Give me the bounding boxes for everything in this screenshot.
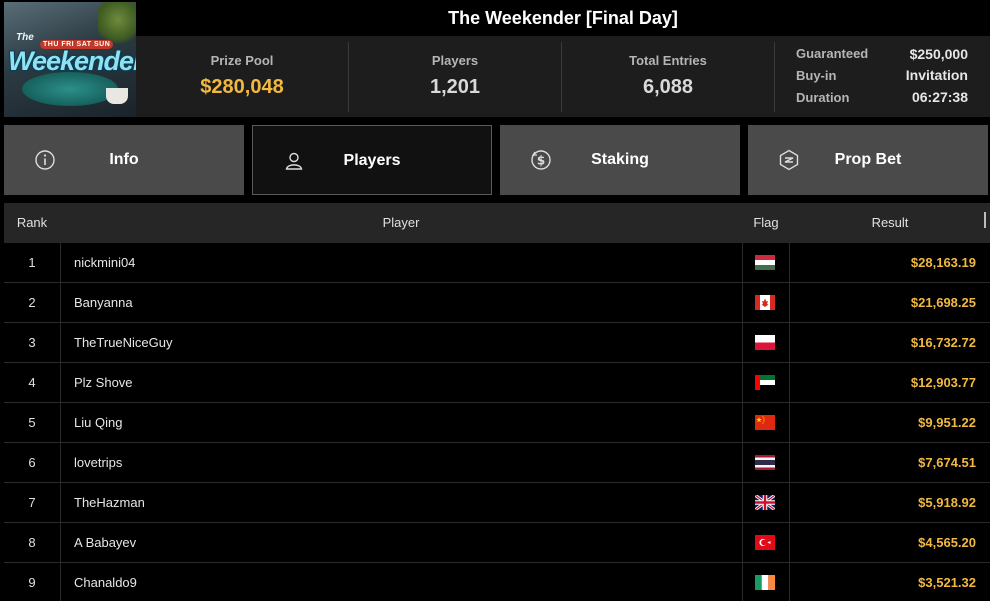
duration-value: 06:27:38 (911, 89, 968, 105)
entries-label: Total Entries (629, 53, 707, 68)
logo-poker-table (22, 72, 118, 106)
rank-cell: 2 (28, 295, 36, 310)
result-cell: $12,903.77 (910, 375, 976, 390)
player-name[interactable]: TheTrueNiceGuy (60, 323, 742, 363)
tab-staking-label: Staking (591, 151, 649, 168)
tab-info[interactable]: Info (4, 125, 244, 195)
table-header: Rank Player Flag Result (4, 203, 990, 243)
header-flag[interactable]: Flag (742, 203, 790, 243)
header-player[interactable]: Player (60, 203, 742, 243)
ireland-flag-icon (755, 575, 775, 590)
table-row[interactable]: 5 Liu Qing $9,951.22 (4, 403, 990, 443)
table-row[interactable]: 1 nickmini04 $28,163.19 (4, 243, 990, 283)
tab-players-label: Players (343, 152, 401, 169)
player-name[interactable]: A Babayev (60, 523, 742, 563)
result-cell: $21,698.25 (910, 295, 976, 310)
flag-cell (742, 563, 790, 601)
rank-cell: 5 (28, 415, 36, 430)
stat-divider (774, 42, 775, 112)
prize-pool-stat: Prize Pool $280,048 (136, 36, 348, 117)
players-value: 1,201 (429, 76, 481, 98)
entries-value: 6,088 (642, 76, 694, 98)
table-row[interactable]: 6 lovetrips $7,674.51 (4, 443, 990, 483)
players-stat: Players 1,201 (349, 36, 561, 117)
rank-cell: 1 (28, 255, 36, 270)
result-cell: $4,565.20 (918, 535, 976, 550)
result-cell: $9,951.22 (918, 415, 976, 430)
guaranteed-label: Guaranteed (796, 46, 869, 61)
stats-panel: Prize Pool $280,048 Players 1,201 Total … (136, 36, 990, 117)
turkey-flag-icon (755, 535, 775, 550)
rank-cell: 8 (28, 535, 36, 550)
table-row[interactable]: 7 TheHazman $5,918.92 (4, 483, 990, 523)
rank-cell: 3 (28, 335, 36, 350)
header-rank[interactable]: Rank (4, 203, 60, 243)
player-name[interactable]: TheHazman (60, 483, 742, 523)
duration-label: Duration (796, 90, 850, 105)
china-flag-icon (755, 415, 775, 430)
player-name[interactable]: Liu Qing (60, 403, 742, 443)
canada-flag-icon (755, 295, 775, 310)
guaranteed-value: $250,000 (909, 46, 968, 62)
result-cell: $28,163.19 (910, 255, 976, 270)
tab-prop-bet-label: Prop Bet (834, 151, 902, 168)
logo-wordmark: Weekender (8, 46, 136, 76)
player-name[interactable]: Chanaldo9 (60, 563, 742, 601)
flag-cell (742, 523, 790, 563)
flag-cell (742, 283, 790, 323)
prize-pool-value: $280,048 (200, 76, 284, 98)
prize-pool-label: Prize Pool (210, 53, 274, 68)
player-name[interactable]: nickmini04 (60, 243, 742, 283)
table-row[interactable]: 8 A Babayev $4,565.20 (4, 523, 990, 563)
table-row[interactable]: 3 TheTrueNiceGuy $16,732.72 (4, 323, 990, 363)
player-name[interactable]: Plz Shove (60, 363, 742, 403)
player-name[interactable]: lovetrips (60, 443, 742, 483)
entries-stat: Total Entries 6,088 (562, 36, 774, 117)
buyin-label: Buy-in (796, 68, 837, 83)
players-table: Rank Player Flag Result 1 nickmini04 $28… (4, 203, 990, 601)
hungary-flag-icon (755, 255, 775, 270)
tab-players[interactable]: Players (252, 125, 492, 195)
poland-flag-icon (755, 335, 775, 350)
players-label: Players (431, 53, 479, 68)
result-cell: $7,674.51 (918, 455, 976, 470)
buyin-value: Invitation (905, 67, 968, 83)
header-result[interactable]: Result (790, 203, 990, 243)
logo-the-text: The (16, 32, 34, 43)
tournament-logo: The THU FRI SAT SUN Weekender (4, 2, 136, 117)
flag-cell (742, 323, 790, 363)
rank-cell: 6 (28, 455, 36, 470)
flag-cell (742, 443, 790, 483)
rank-cell: 7 (28, 495, 36, 510)
thailand-flag-icon (755, 455, 775, 470)
flag-cell (742, 403, 790, 443)
tab-info-label: Info (109, 151, 139, 168)
tab-prop-bet[interactable]: Prop Bet (748, 125, 988, 195)
player-name[interactable]: Banyanna (60, 283, 742, 323)
logo-coffee-cup (106, 88, 128, 104)
table-row[interactable]: 2 Banyanna $21,698.25 (4, 283, 990, 323)
flag-cell (742, 243, 790, 283)
uk-flag-icon (755, 495, 775, 510)
result-cell: $3,521.32 (918, 575, 976, 590)
table-row[interactable]: 9 Chanaldo9 $3,521.32 (4, 563, 990, 601)
table-row[interactable]: 4 Plz Shove $12,903.77 (4, 363, 990, 403)
tab-staking[interactable]: $ Staking (500, 125, 740, 195)
flag-cell (742, 363, 790, 403)
uae-flag-icon (755, 375, 775, 390)
page-title: The Weekender [Final Day] (448, 8, 678, 28)
rank-cell: 4 (28, 375, 36, 390)
rank-cell: 9 (28, 575, 36, 590)
tab-bar: Info Players $ Staking Prop Bet (4, 125, 990, 195)
result-cell: $16,732.72 (910, 335, 976, 350)
scrollbar-handle[interactable] (984, 212, 986, 228)
flag-cell (742, 483, 790, 523)
result-cell: $5,918.92 (918, 495, 976, 510)
